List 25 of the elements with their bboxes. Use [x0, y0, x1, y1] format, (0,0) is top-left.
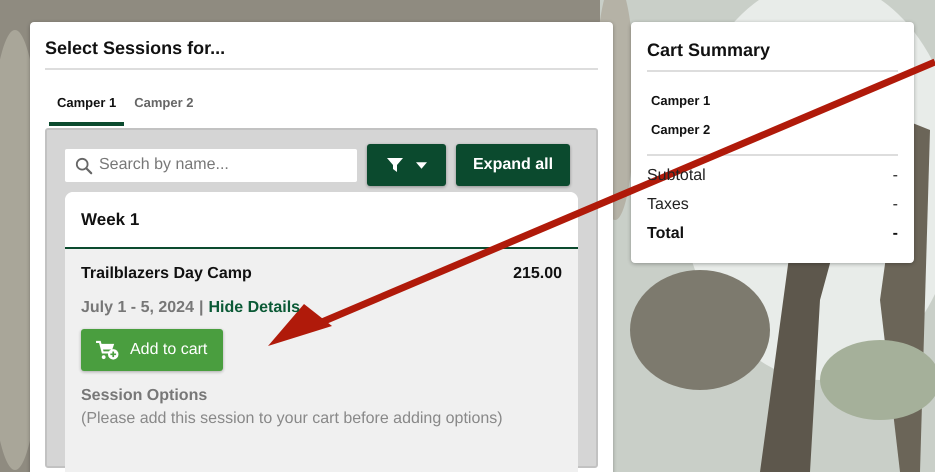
- week-title: Week 1: [65, 192, 578, 249]
- filter-button[interactable]: [367, 144, 446, 186]
- camper-name: Camper 2: [651, 121, 712, 139]
- cart-add-icon: [95, 340, 120, 360]
- total-label: Taxes: [647, 196, 689, 214]
- cart-title: Cart Summary: [647, 40, 898, 72]
- search-icon: [75, 156, 93, 174]
- options-note: (Please add this session to your cart before adding options): [81, 409, 504, 429]
- filter-icon: [386, 156, 404, 174]
- total-value: -: [892, 167, 898, 185]
- total-label: Total: [647, 225, 684, 243]
- total-value: -: [892, 196, 898, 214]
- expand-all-button[interactable]: Expand all: [456, 144, 570, 186]
- caret-icon: [416, 162, 427, 168]
- search-field[interactable]: Search by name...: [65, 148, 357, 182]
- camper-tab[interactable]: Camper 2: [126, 90, 202, 126]
- camper-name: Camper 1: [651, 92, 712, 110]
- panel-title: Select Sessions for...: [45, 34, 598, 70]
- total-value: -: [892, 225, 898, 243]
- session-price: 215.00: [513, 265, 562, 283]
- hide-details-link[interactable]: Hide Details: [208, 299, 300, 317]
- separator: |: [198, 299, 204, 317]
- options-title: Session Options: [81, 387, 208, 405]
- session-name: Trailblazers Day Camp: [81, 265, 252, 283]
- session-dates: July 1 - 5, 2024: [81, 299, 194, 317]
